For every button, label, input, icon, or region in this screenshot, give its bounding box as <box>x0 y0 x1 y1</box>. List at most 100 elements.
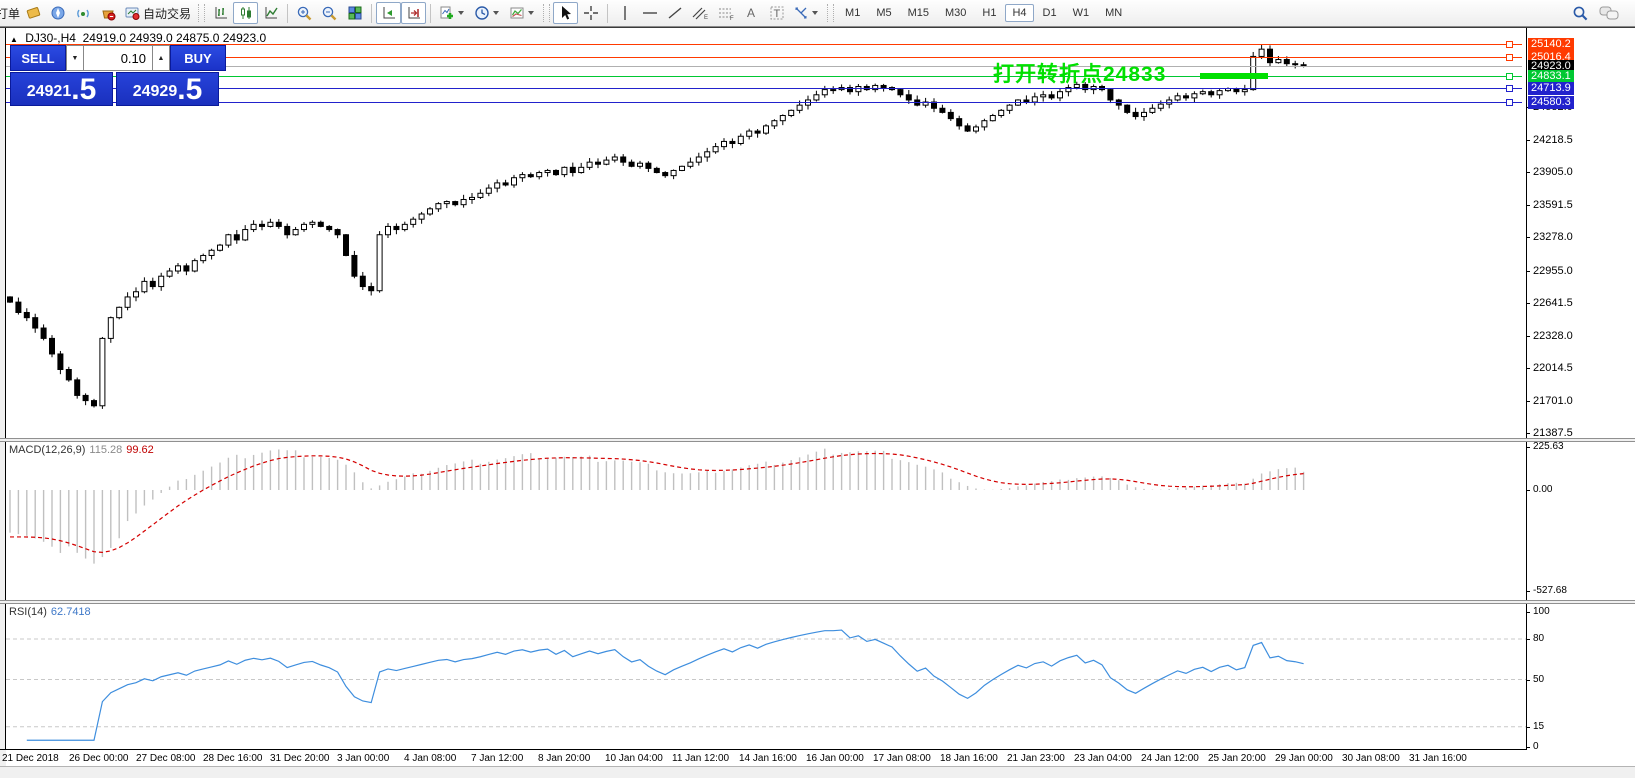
line-handle[interactable] <box>1506 73 1513 80</box>
zoom-in-button[interactable] <box>292 2 317 24</box>
price-tag: 25140.2 <box>1528 38 1574 51</box>
current-price-line[interactable] <box>6 66 1522 67</box>
timeframe-d1[interactable]: D1 <box>1036 4 1064 22</box>
macd-scale-label: 225.63 <box>1533 441 1564 452</box>
search-icon[interactable] <box>1572 5 1589 22</box>
fibonacci-button[interactable]: F <box>713 2 739 24</box>
cursor-icon <box>558 5 574 21</box>
y-tick-label: 23591.5 <box>1533 199 1573 211</box>
line-chart-icon <box>263 5 279 21</box>
timeframe-m5[interactable]: M5 <box>869 4 898 22</box>
trendline-button[interactable] <box>662 2 687 24</box>
timeframe-w1[interactable]: W1 <box>1066 4 1097 22</box>
x-tick-label: 24 Jan 12:00 <box>1141 753 1199 764</box>
market-watch-button[interactable] <box>20 2 45 24</box>
x-tick-label: 31 Jan 16:00 <box>1409 753 1467 764</box>
macd-scale-label: 0.00 <box>1533 484 1552 495</box>
vertical-line-button[interactable] <box>612 2 637 24</box>
zoom-out-icon <box>321 5 338 22</box>
autotrade-button[interactable]: 自动交易 <box>120 2 195 24</box>
rsi-scale-label: 15 <box>1533 721 1544 732</box>
price-pane[interactable] <box>6 28 1526 438</box>
buy-button[interactable]: BUY <box>170 45 226 71</box>
zoom-out-button[interactable] <box>317 2 342 24</box>
timeframe-h4[interactable]: H4 <box>1005 4 1033 22</box>
y-tick-label: 22014.5 <box>1533 362 1573 374</box>
chart-title: ▲ DJ30-,H4 24919.0 24939.0 24875.0 24923… <box>10 31 266 45</box>
x-tick-label: 26 Dec 00:00 <box>69 753 129 764</box>
x-tick-label: 28 Dec 16:00 <box>203 753 263 764</box>
label-button[interactable]: T <box>764 2 789 24</box>
rsi-pane[interactable] <box>6 604 1526 749</box>
sell-button[interactable]: SELL <box>10 45 66 71</box>
collapse-triangle-icon[interactable]: ▲ <box>10 35 18 44</box>
tile-windows-button[interactable] <box>342 2 367 24</box>
line-handle[interactable] <box>1506 54 1513 61</box>
cursor-button[interactable] <box>553 2 578 24</box>
pane-splitter-rsi[interactable] <box>0 600 1635 604</box>
horizontal-level-line[interactable] <box>6 76 1522 77</box>
timeframe-m1[interactable]: M1 <box>838 4 867 22</box>
periods-button[interactable] <box>470 2 505 24</box>
buy-price[interactable]: 24929.5 <box>116 72 219 106</box>
rsi-scale-label: 100 <box>1533 606 1550 617</box>
text-button[interactable]: A <box>739 2 764 24</box>
y-tick-label: 21701.0 <box>1533 395 1573 407</box>
annotation-text[interactable]: 打开转折点24833 <box>993 58 1166 88</box>
line-chart-button[interactable] <box>258 2 283 24</box>
rsi-scale-label: 80 <box>1533 633 1544 644</box>
horizontal-level-line[interactable] <box>6 57 1522 58</box>
navigator-button[interactable] <box>45 2 70 24</box>
volume-input[interactable]: 0.10 <box>84 45 152 71</box>
chat-icon[interactable] <box>1599 5 1619 21</box>
line-handle[interactable] <box>1506 41 1513 48</box>
turning-point-segment[interactable] <box>1200 73 1268 79</box>
line-handle[interactable] <box>1506 85 1513 92</box>
candlestick-button[interactable] <box>233 2 258 24</box>
timeframe-mn[interactable]: MN <box>1098 4 1129 22</box>
indicators-icon <box>439 5 455 21</box>
horizontal-line-button[interactable] <box>637 2 662 24</box>
volume-decrease-button[interactable]: ▼ <box>66 45 84 71</box>
axis-divider <box>1526 28 1527 750</box>
rsi-scale-label: 0 <box>1533 741 1539 752</box>
rsi-label: RSI(14)62.7418 <box>9 606 91 618</box>
horizontal-level-line[interactable] <box>6 102 1522 103</box>
timeframe-h1[interactable]: H1 <box>975 4 1003 22</box>
templates-button[interactable] <box>505 2 540 24</box>
volume-increase-button[interactable]: ▲ <box>152 45 170 71</box>
macd-label: MACD(12,26,9)115.2899.62 <box>9 444 154 456</box>
indicators-caret <box>458 11 464 15</box>
templates-caret <box>528 11 534 15</box>
x-tick-label: 21 Dec 2018 <box>2 753 59 764</box>
crosshair-icon <box>583 5 599 21</box>
x-tick-label: 17 Jan 08:00 <box>873 753 931 764</box>
horizontal-line-icon <box>642 5 658 21</box>
channel-button[interactable]: E <box>687 2 713 24</box>
chart-shift-button[interactable] <box>401 2 426 24</box>
price-tag: 24580.3 <box>1528 96 1574 109</box>
one-click-trading-panel: SELL ▼ 0.10 ▲ BUY 24921.5 24929.5 <box>10 45 226 106</box>
x-tick-label: 30 Jan 08:00 <box>1342 753 1400 764</box>
new-order-button[interactable]: 打单 <box>0 5 20 22</box>
timeframe-m30[interactable]: M30 <box>938 4 973 22</box>
signals-icon <box>75 5 91 21</box>
macd-scale-label: -527.68 <box>1533 585 1567 596</box>
pane-splitter-macd[interactable] <box>0 438 1635 442</box>
macd-pane[interactable] <box>6 442 1526 600</box>
trendline-icon <box>667 5 683 21</box>
horizontal-level-line[interactable] <box>6 88 1522 89</box>
market-button[interactable] <box>95 2 120 24</box>
periods-icon <box>474 5 490 21</box>
crosshair-button[interactable] <box>578 2 603 24</box>
timeframe-m15[interactable]: M15 <box>901 4 936 22</box>
indicators-button[interactable] <box>435 2 470 24</box>
auto-scroll-button[interactable] <box>376 2 401 24</box>
line-handle[interactable] <box>1506 99 1513 106</box>
sell-price[interactable]: 24921.5 <box>10 72 113 106</box>
signals-button[interactable] <box>70 2 95 24</box>
candlestick-icon <box>238 5 254 21</box>
bar-chart-button[interactable] <box>208 2 233 24</box>
shapes-button[interactable] <box>789 2 824 24</box>
chart-symbol-period: DJ30-,H4 <box>25 31 76 45</box>
